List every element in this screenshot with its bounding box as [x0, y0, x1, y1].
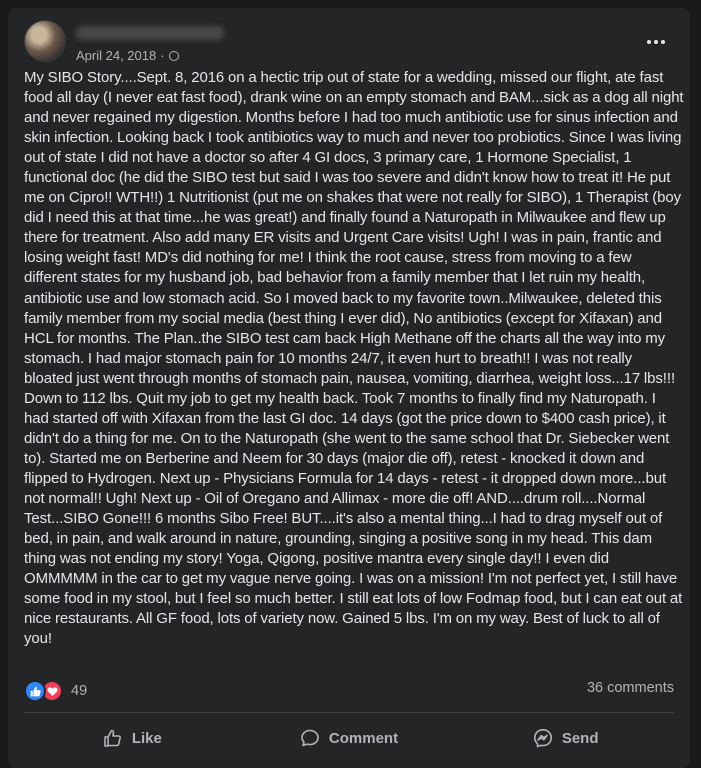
reaction-count[interactable]: 49	[71, 683, 87, 699]
like-label: Like	[131, 729, 162, 747]
post-body: My SIBO Story....Sept. 8, 2016 on a hect…	[24, 69, 684, 648]
post-card: April 24, 2018 · My SIBO Story....Sept. …	[8, 8, 690, 768]
thumbs-up-icon	[104, 729, 121, 747]
comment-label: Comment	[328, 729, 399, 747]
divider	[24, 712, 674, 713]
post-stats: 49 36 comments	[24, 678, 674, 702]
meta-separator: ·	[160, 48, 165, 63]
reactions-summary[interactable]: 49	[24, 680, 87, 702]
more-options-icon[interactable]	[638, 32, 674, 52]
speech-bubble-icon	[301, 729, 319, 747]
author-name-redacted[interactable]	[76, 26, 224, 40]
send-button[interactable]: Send	[457, 718, 674, 758]
like-button[interactable]: Like	[24, 718, 241, 758]
like-reaction-icon	[24, 680, 46, 702]
globe-icon[interactable]	[168, 50, 179, 61]
send-label: Send	[561, 729, 599, 747]
comment-button[interactable]: Comment	[241, 718, 458, 758]
avatar[interactable]	[24, 20, 66, 62]
post-date[interactable]: April 24, 2018	[76, 48, 156, 63]
messenger-icon	[533, 729, 552, 748]
comments-count[interactable]: 36 comments	[587, 680, 674, 696]
post-meta: April 24, 2018 ·	[76, 48, 179, 63]
post-header: April 24, 2018 ·	[24, 20, 674, 68]
post-actions: Like Comment Send	[24, 718, 674, 758]
